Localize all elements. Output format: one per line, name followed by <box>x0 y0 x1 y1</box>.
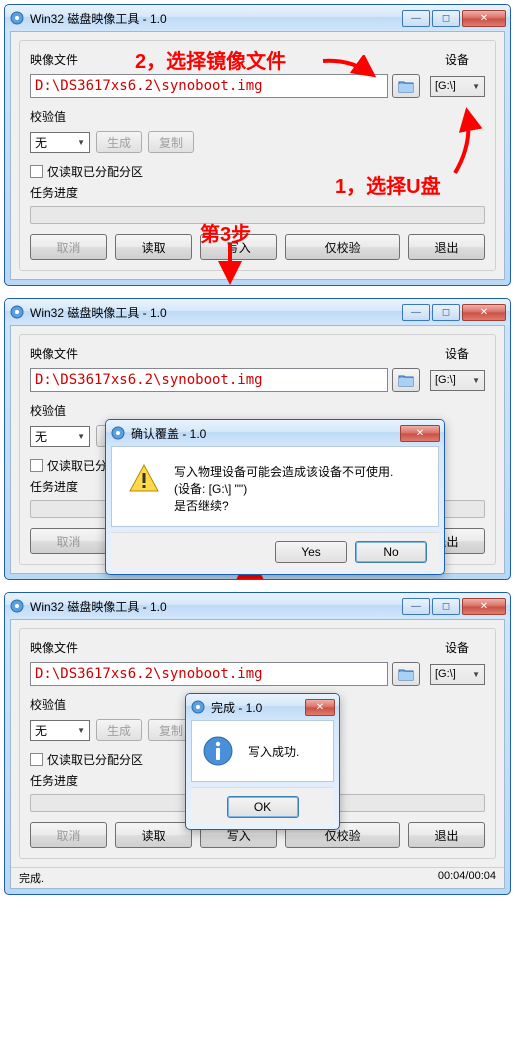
ok-button[interactable]: OK <box>227 796 299 818</box>
image-file-input[interactable] <box>30 74 388 98</box>
device-label: 设备 <box>445 345 469 362</box>
checksum-type-select[interactable]: 无▼ <box>30 720 90 741</box>
device-select[interactable]: [G:\]▼ <box>430 370 485 391</box>
write-button[interactable]: 写入 <box>200 234 277 260</box>
dialog-message: 写入物理设备可能会造成该设备不可使用. (设备: [G:\] "") 是否继续? <box>174 463 393 514</box>
folder-icon <box>398 79 414 93</box>
browse-button[interactable] <box>392 368 420 392</box>
progress-bar <box>30 206 485 224</box>
read-allocated-checkbox[interactable] <box>30 165 43 178</box>
dialog-close-button[interactable]: ✕ <box>400 425 440 442</box>
browse-button[interactable] <box>392 662 420 686</box>
cancel-button[interactable]: 取消 <box>30 822 107 848</box>
image-file-input[interactable] <box>30 662 388 686</box>
warning-icon <box>128 463 160 495</box>
no-button[interactable]: No <box>355 541 427 563</box>
dialog-titlebar[interactable]: 完成 - 1.0 ✕ <box>186 694 339 720</box>
exit-button[interactable]: 退出 <box>408 234 485 260</box>
minimize-button[interactable]: — <box>402 10 430 27</box>
device-label: 设备 <box>445 51 469 68</box>
image-file-label: 映像文件 <box>30 345 78 362</box>
read-allocated-label: 仅读取已分配分区 <box>47 163 143 180</box>
status-text: 完成. <box>19 870 44 886</box>
checksum-type-select[interactable]: 无 ▼ <box>30 132 90 153</box>
dialog-title: 完成 - 1.0 <box>211 699 305 716</box>
task-progress-label: 任务进度 <box>30 186 78 200</box>
device-value: [G:\] <box>435 80 456 92</box>
browse-button[interactable] <box>392 74 420 98</box>
device-select[interactable]: [G:\] ▼ <box>430 76 485 97</box>
titlebar[interactable]: Win32 磁盘映像工具 - 1.0 — ◻ ✕ <box>5 299 510 325</box>
main-window-1: Win32 磁盘映像工具 - 1.0 — ◻ ✕ 映像文件 设备 [G:\] ▼ <box>4 4 511 286</box>
done-message: 写入成功. <box>248 743 299 760</box>
status-bar: 完成. 00:04/00:04 <box>11 867 504 888</box>
checksum-type-select[interactable]: 无▼ <box>30 426 90 447</box>
info-icon <box>202 735 234 767</box>
read-allocated-checkbox[interactable] <box>30 753 43 766</box>
exit-button[interactable]: 退出 <box>408 822 485 848</box>
titlebar[interactable]: Win32 磁盘映像工具 - 1.0 — ◻ ✕ <box>5 593 510 619</box>
cancel-button[interactable]: 取消 <box>30 234 107 260</box>
dropdown-arrow-icon: ▼ <box>472 82 480 91</box>
read-button[interactable]: 读取 <box>115 234 192 260</box>
client-area: 映像文件 设备 [G:\] ▼ 校验值 无 ▼ <box>10 31 505 280</box>
device-select[interactable]: [G:\]▼ <box>430 664 485 685</box>
minimize-button[interactable]: — <box>402 598 430 615</box>
generate-button[interactable]: 生成 <box>96 719 142 741</box>
window-controls: — ◻ ✕ <box>402 10 506 27</box>
close-button[interactable]: ✕ <box>462 10 506 27</box>
minimize-button[interactable]: — <box>402 304 430 321</box>
dialog-title: 确认覆盖 - 1.0 <box>131 425 400 442</box>
generate-button[interactable]: 生成 <box>96 131 142 153</box>
image-file-label: 映像文件 <box>30 51 78 68</box>
dialog-close-button[interactable]: ✕ <box>305 699 335 716</box>
confirm-dialog: 确认覆盖 - 1.0 ✕ 写入物理设备可能会造成该设备不可使用. (设备: [G… <box>105 419 445 575</box>
dropdown-arrow-icon: ▼ <box>77 138 85 147</box>
titlebar[interactable]: Win32 磁盘映像工具 - 1.0 — ◻ ✕ <box>5 5 510 31</box>
app-icon <box>9 10 25 26</box>
copy-button[interactable]: 复制 <box>148 131 194 153</box>
main-panel: 映像文件 设备 [G:\] ▼ 校验值 无 ▼ <box>19 40 496 271</box>
window-title: Win32 磁盘映像工具 - 1.0 <box>30 10 402 27</box>
window-title: Win32 磁盘映像工具 - 1.0 <box>30 598 402 615</box>
dialog-titlebar[interactable]: 确认覆盖 - 1.0 ✕ <box>106 420 444 446</box>
app-icon <box>110 425 126 441</box>
main-window-3: Win32 磁盘映像工具 - 1.0 — ◻ ✕ 映像文件 设备 [G:\]▼ … <box>4 592 511 895</box>
read-allocated-checkbox[interactable] <box>30 459 43 472</box>
maximize-button[interactable]: ◻ <box>432 598 460 615</box>
checksum-label: 校验值 <box>30 108 66 125</box>
status-time: 00:04/00:04 <box>438 870 496 886</box>
done-dialog: 完成 - 1.0 ✕ 写入成功. OK <box>185 693 340 830</box>
window-title: Win32 磁盘映像工具 - 1.0 <box>30 304 402 321</box>
main-window-2: Win32 磁盘映像工具 - 1.0 — ◻ ✕ 映像文件 设备 [G:\]▼ <box>4 298 511 580</box>
verify-button[interactable]: 仅校验 <box>285 234 400 260</box>
close-button[interactable]: ✕ <box>462 598 506 615</box>
read-button[interactable]: 读取 <box>115 822 192 848</box>
app-icon <box>9 304 25 320</box>
cancel-button[interactable]: 取消 <box>30 528 107 554</box>
maximize-button[interactable]: ◻ <box>432 10 460 27</box>
app-icon <box>9 598 25 614</box>
app-icon <box>190 699 206 715</box>
checksum-value: 无 <box>35 134 47 151</box>
image-file-input[interactable] <box>30 368 388 392</box>
close-button[interactable]: ✕ <box>462 304 506 321</box>
yes-button[interactable]: Yes <box>275 541 347 563</box>
maximize-button[interactable]: ◻ <box>432 304 460 321</box>
